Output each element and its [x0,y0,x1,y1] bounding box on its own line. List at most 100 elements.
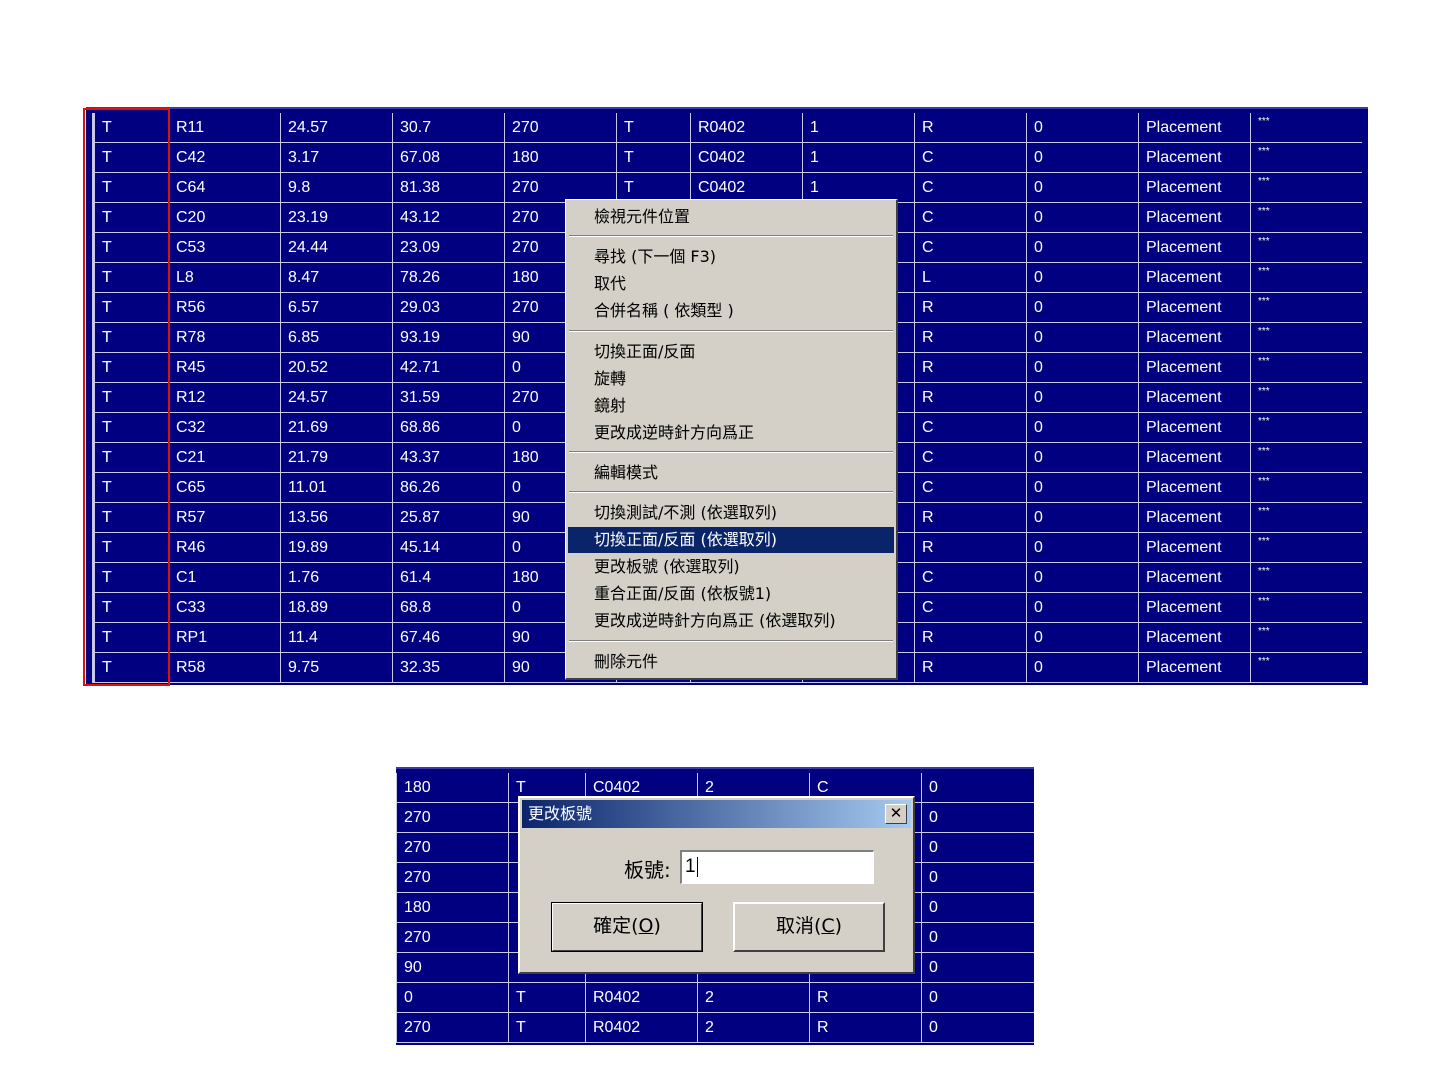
table-cell[interactable]: R0402 [585,983,698,1013]
table-cell[interactable]: 23.19 [280,203,392,233]
table-cell[interactable]: Placement [1138,173,1250,203]
table-cell[interactable]: *** [1250,263,1362,293]
table-cell[interactable]: 0 [1026,563,1138,593]
menu-item-ccw-positive-selected[interactable]: 更改成逆時針方向爲正 (依選取列) [568,608,894,634]
table-cell[interactable]: *** [1250,143,1362,173]
table-cell[interactable]: R [914,383,1026,413]
table-cell[interactable]: 270 [396,833,509,863]
table-cell[interactable]: 24.57 [280,383,392,413]
menu-item-rotate[interactable]: 旋轉 [568,366,894,392]
table-cell[interactable]: 20.52 [280,353,392,383]
table-cell[interactable]: 0 [921,803,1034,833]
table-cell[interactable]: 0 [396,983,509,1013]
table-cell[interactable]: C [914,443,1026,473]
table-cell[interactable]: 270 [396,803,509,833]
table-cell[interactable]: 21.69 [280,413,392,443]
table-cell[interactable]: Placement [1138,503,1250,533]
table-cell[interactable]: 0 [921,863,1034,893]
table-cell[interactable]: RP1 [168,623,280,653]
table-cell[interactable]: 0 [1026,233,1138,263]
table-cell[interactable]: R [914,353,1026,383]
table-cell[interactable]: C64 [168,173,280,203]
table-cell[interactable]: 24.44 [280,233,392,263]
table-cell[interactable]: 61.4 [392,563,504,593]
menu-item-toggle-side-selected[interactable]: 切換正面/反面 (依選取列) [568,527,894,553]
table-cell[interactable]: *** [1250,443,1362,473]
table-cell[interactable]: C [914,593,1026,623]
table-cell[interactable]: 0 [1026,503,1138,533]
table-cell[interactable]: C [914,203,1026,233]
table-cell[interactable]: 67.46 [392,623,504,653]
table-cell[interactable]: Placement [1138,293,1250,323]
table-cell[interactable]: Placement [1138,323,1250,353]
table-cell[interactable]: 1.76 [280,563,392,593]
table-cell[interactable]: *** [1250,623,1362,653]
table-cell[interactable]: 270 [504,113,616,143]
table-cell[interactable]: 18.89 [280,593,392,623]
table-cell[interactable]: 24.57 [280,113,392,143]
table-cell[interactable]: 42.71 [392,353,504,383]
table-cell[interactable]: R [914,533,1026,563]
table-cell[interactable]: 68.8 [392,593,504,623]
table-cell[interactable]: 29.03 [392,293,504,323]
table-cell[interactable]: C65 [168,473,280,503]
menu-item-overlap-sides-board1[interactable]: 重合正面/反面 (依板號1) [568,581,894,607]
table-cell[interactable]: R [914,653,1026,683]
table-cell[interactable]: C [914,413,1026,443]
table-cell[interactable]: Placement [1138,203,1250,233]
table-cell[interactable]: *** [1250,293,1362,323]
table-cell[interactable]: 11.01 [280,473,392,503]
table-cell[interactable]: 0 [1026,173,1138,203]
table-cell[interactable]: Placement [1138,353,1250,383]
table-cell[interactable]: Placement [1138,533,1250,563]
table-cell[interactable]: C33 [168,593,280,623]
menu-item-view-position[interactable]: 檢視元件位置 [568,204,894,230]
table-cell[interactable]: C [914,143,1026,173]
table-cell[interactable]: R [914,503,1026,533]
table-cell[interactable]: R [914,113,1026,143]
board-number-input[interactable]: 1 [680,850,874,884]
table-cell[interactable]: 180 [396,773,509,803]
table-cell[interactable]: 0 [1026,143,1138,173]
table-cell[interactable]: Placement [1138,413,1250,443]
table-cell[interactable]: 25.87 [392,503,504,533]
table-cell[interactable]: 23.09 [392,233,504,263]
table-cell[interactable]: *** [1250,323,1362,353]
table-cell[interactable]: R0402 [585,1013,698,1043]
table-cell[interactable]: *** [1250,653,1362,683]
table-cell[interactable]: R58 [168,653,280,683]
table-cell[interactable]: 19.89 [280,533,392,563]
table-cell[interactable]: 78.26 [392,263,504,293]
menu-item-toggle-side[interactable]: 切換正面/反面 [568,339,894,365]
table-cell[interactable]: 0 [921,923,1034,953]
table-cell[interactable]: 0 [1026,593,1138,623]
table-cell[interactable]: 13.56 [280,503,392,533]
table-cell[interactable]: R78 [168,323,280,353]
table-cell[interactable]: 0 [1026,113,1138,143]
table-cell[interactable]: 0 [1026,533,1138,563]
table-cell[interactable]: 8.47 [280,263,392,293]
table-cell[interactable]: 0 [1026,353,1138,383]
table-cell[interactable]: C53 [168,233,280,263]
table-cell[interactable]: C1 [168,563,280,593]
table-cell[interactable]: Placement [1138,443,1250,473]
table-cell[interactable]: 180 [396,893,509,923]
table-cell[interactable]: Placement [1138,263,1250,293]
table-cell[interactable]: Placement [1138,233,1250,263]
menu-item-toggle-test-selected[interactable]: 切換測試/不測 (依選取列) [568,500,894,526]
cancel-button[interactable]: 取消(C) [733,902,885,952]
table-cell[interactable]: *** [1250,473,1362,503]
table-cell[interactable]: 31.59 [392,383,504,413]
table-cell[interactable]: 68.86 [392,413,504,443]
table-cell[interactable]: C [914,473,1026,503]
table-cell[interactable]: 90 [396,953,509,983]
dialog-titlebar[interactable]: 更改板號 ✕ [522,800,911,828]
table-cell[interactable]: C42 [168,143,280,173]
table-cell[interactable]: 6.57 [280,293,392,323]
table-cell[interactable]: L8 [168,263,280,293]
table-cell[interactable]: 0 [921,983,1034,1013]
table-cell[interactable]: 270 [396,1013,509,1043]
table-cell[interactable]: 0 [1026,623,1138,653]
table-cell[interactable]: 11.4 [280,623,392,653]
table-cell[interactable]: C [914,173,1026,203]
